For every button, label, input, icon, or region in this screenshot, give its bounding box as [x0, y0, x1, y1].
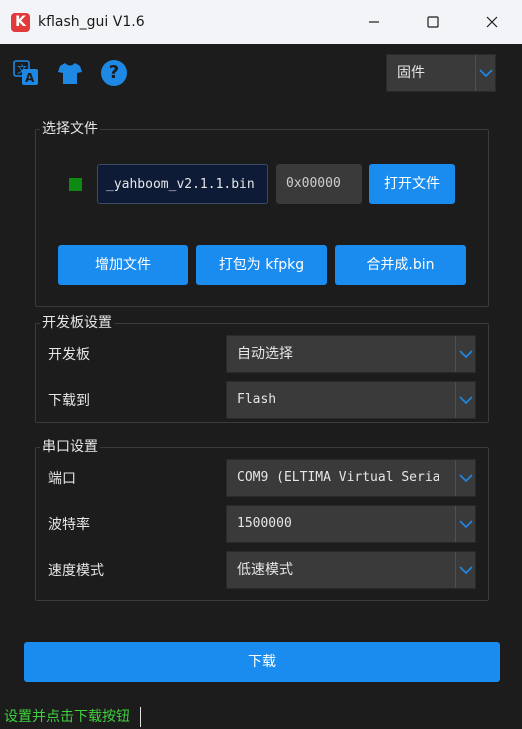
speed-mode-select[interactable]: 低速模式 [226, 551, 476, 589]
minimize-icon [369, 21, 379, 23]
status-text: 设置并点击下载按钮 [4, 709, 130, 725]
baud-label: 波特率 [48, 517, 90, 533]
chevron-down-icon [455, 506, 475, 542]
close-button[interactable] [463, 0, 521, 44]
download-button[interactable]: 下载 [24, 642, 500, 682]
speed-mode-value: 低速模式 [237, 562, 293, 578]
chevron-down-icon [455, 336, 475, 372]
chevron-down-icon [455, 552, 475, 588]
download-to-label: 下载到 [48, 393, 90, 409]
port-select[interactable]: COM9 (ELTIMA Virtual Serial Port) [226, 459, 476, 497]
pack-kfpkg-button[interactable]: 打包为 kfpkg [196, 245, 327, 285]
maximize-button[interactable] [404, 0, 462, 44]
svg-text:A: A [25, 71, 35, 85]
close-icon [486, 16, 498, 28]
language-icon[interactable]: 文 A [13, 60, 39, 86]
add-file-button[interactable]: 增加文件 [58, 245, 188, 285]
merge-bin-button[interactable]: 合并成.bin [335, 245, 466, 285]
file-enabled-indicator[interactable] [69, 178, 82, 191]
port-select-value: COM9 (ELTIMA Virtual Serial Port) [237, 470, 439, 485]
file-path-field[interactable]: _yahboom_v2.1.1.bin [97, 164, 268, 204]
board-group-title: 开发板设置 [40, 314, 114, 332]
board-select-value: 自动选择 [237, 346, 293, 362]
download-to-value: Flash [237, 392, 277, 407]
port-label: 端口 [48, 471, 76, 487]
open-file-button[interactable]: 打开文件 [369, 164, 455, 204]
help-icon[interactable]: ? [101, 60, 127, 86]
shirt-skin-icon[interactable] [57, 60, 83, 86]
baud-select-value: 1500000 [237, 516, 292, 531]
board-label: 开发板 [48, 347, 90, 363]
title-bar: kflash_gui V1.6 [0, 0, 522, 44]
mode-select[interactable]: 固件 [386, 54, 496, 92]
download-to-select[interactable]: Flash [226, 381, 476, 419]
text-caret [140, 707, 141, 727]
chevron-down-icon [455, 460, 475, 496]
baud-select[interactable]: 1500000 [226, 505, 476, 543]
window-title: kflash_gui V1.6 [38, 14, 145, 30]
file-group-title: 选择文件 [40, 120, 100, 138]
kflash-app-icon [11, 13, 30, 32]
address-field[interactable]: 0x00000 [276, 164, 362, 204]
minimize-button[interactable] [345, 0, 403, 44]
chevron-down-icon [455, 382, 475, 418]
speed-mode-label: 速度模式 [48, 563, 104, 579]
board-select[interactable]: 自动选择 [226, 335, 476, 373]
chevron-down-icon [475, 55, 495, 91]
main-panel: 文 A ? 固件 选择文件 _yahboom_v2.1.1.bin 0x0000… [0, 44, 522, 729]
mode-select-value: 固件 [397, 65, 425, 81]
maximize-icon [427, 16, 439, 28]
serial-group-title: 串口设置 [40, 438, 100, 456]
